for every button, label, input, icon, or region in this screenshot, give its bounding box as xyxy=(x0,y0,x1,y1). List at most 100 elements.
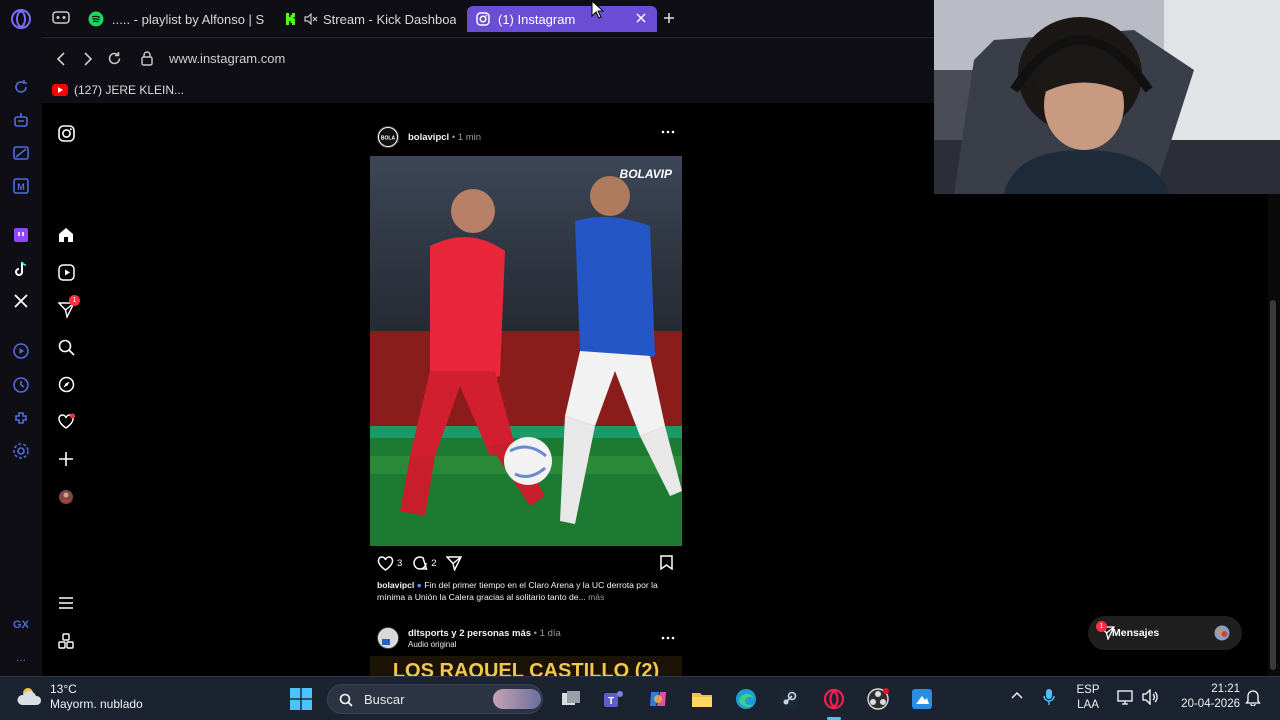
notification-bell-icon[interactable] xyxy=(1245,689,1261,706)
volume-icon[interactable] xyxy=(1142,689,1159,705)
microphone-icon[interactable] xyxy=(1043,688,1055,706)
comment-icon[interactable] xyxy=(412,555,428,571)
windows-taskbar: 13°C Mayorm. nublado Buscar T ESP LAA 21… xyxy=(0,676,1280,720)
bookmark-label: (127) JERE KLEIN... xyxy=(74,83,185,97)
edge-icon[interactable] xyxy=(732,685,760,713)
lock-icon[interactable] xyxy=(141,51,153,66)
tab-strip: ..... - playlist by Alfonso | S Stream -… xyxy=(42,0,934,36)
menu-hamburger-icon[interactable] xyxy=(55,592,77,614)
post-options-icon[interactable] xyxy=(661,129,675,135)
twitch-icon[interactable] xyxy=(10,224,32,246)
reload-icon[interactable] xyxy=(107,51,122,66)
reels-icon[interactable] xyxy=(55,261,77,283)
svg-text:T: T xyxy=(608,696,614,707)
post2-username-text[interactable]: dltsports xyxy=(408,628,449,639)
weather-temp[interactable]: 13°C xyxy=(50,682,77,697)
post2-image[interactable]: LOS RAQUEL CASTILLO (2) xyxy=(370,656,682,676)
muted-speaker-icon[interactable] xyxy=(304,13,318,25)
post2-collaborators[interactable]: y 2 personas más xyxy=(451,628,531,639)
weather-cloud-icon[interactable] xyxy=(16,685,44,707)
language-code[interactable]: ESP xyxy=(1072,683,1104,698)
svg-text:BOLA: BOLA xyxy=(381,136,396,142)
instagram-logo-icon[interactable] xyxy=(55,122,77,144)
more-dots-icon[interactable]: ... xyxy=(10,646,32,668)
post2-time: 1 día xyxy=(539,628,561,639)
post2-image-text: LOS RAQUEL CASTILLO (2) xyxy=(392,660,660,676)
post-username-text[interactable]: bolavipcl xyxy=(408,132,449,143)
bookmark-youtube[interactable]: (127) JERE KLEIN... xyxy=(52,83,184,97)
teams-icon[interactable]: T xyxy=(600,685,628,713)
messages-avatar-icon xyxy=(1214,625,1230,641)
player-icon[interactable] xyxy=(10,340,32,362)
like-heart-icon[interactable] xyxy=(377,555,394,571)
create-plus-icon[interactable] xyxy=(55,448,77,470)
taskbar-search[interactable]: Buscar xyxy=(327,684,543,714)
clock-date[interactable]: 20-04-2026 xyxy=(1168,697,1240,712)
save-bookmark-icon[interactable] xyxy=(660,555,673,570)
workspace-icon[interactable] xyxy=(52,10,70,26)
messenger-m-icon[interactable]: M xyxy=(10,175,32,197)
messages-badge: 1 xyxy=(1096,621,1107,632)
home-icon[interactable] xyxy=(55,224,77,246)
scrollbar-thumb[interactable] xyxy=(1270,300,1276,670)
network-icon[interactable] xyxy=(1117,689,1133,705)
dm-badge: 1 xyxy=(69,295,80,306)
language-layout[interactable]: LAA xyxy=(1072,698,1104,713)
steam-icon[interactable] xyxy=(775,685,803,713)
tiktok-icon[interactable] xyxy=(10,258,32,280)
file-explorer-icon[interactable] xyxy=(688,685,716,713)
search-icon[interactable] xyxy=(55,336,77,358)
opera-logo-icon[interactable] xyxy=(10,8,32,30)
close-tab-icon[interactable] xyxy=(635,12,647,24)
ai-icon[interactable] xyxy=(10,109,32,131)
tab-spotify[interactable]: ..... - playlist by Alfonso | S xyxy=(88,6,264,32)
back-icon[interactable] xyxy=(56,52,66,66)
messages-label: Mensajes xyxy=(1112,627,1160,639)
settings-gear-icon[interactable] xyxy=(10,440,32,462)
caption-more-link[interactable]: más xyxy=(588,592,604,602)
extensions-icon[interactable] xyxy=(10,407,32,429)
profile-avatar-icon[interactable] xyxy=(55,486,77,508)
windows-start-icon[interactable] xyxy=(287,685,315,713)
caption-username[interactable]: bolavipcl xyxy=(377,580,414,590)
gx-corner-label[interactable]: GX xyxy=(10,614,32,636)
meta-apps-icon[interactable] xyxy=(55,630,77,652)
clock-time[interactable]: 21:21 xyxy=(1168,682,1240,697)
kick-icon xyxy=(284,12,298,26)
post2-avatar[interactable] xyxy=(377,627,399,649)
weather-desc[interactable]: Mayorm. nublado xyxy=(50,697,143,712)
post-header: BOLA bolavipcl • 1 min xyxy=(377,125,683,153)
post2-header: dltsports y 2 personas más • 1 día Audio… xyxy=(377,625,683,653)
obs-icon[interactable] xyxy=(864,685,892,713)
comment-count: 2 xyxy=(431,557,437,569)
snapshot-icon[interactable] xyxy=(10,142,32,164)
post-username[interactable]: bolavipcl • 1 min xyxy=(408,132,481,143)
refresh-icon[interactable] xyxy=(10,76,32,98)
share-icon[interactable] xyxy=(445,555,462,571)
direct-messages-icon[interactable]: 1 xyxy=(55,295,80,320)
history-icon[interactable] xyxy=(10,374,32,396)
x-twitter-icon[interactable] xyxy=(10,290,32,312)
image-brand-watermark: BOLAVIP xyxy=(620,167,673,181)
url-field[interactable]: www.instagram.com xyxy=(169,51,285,66)
forward-icon[interactable] xyxy=(83,52,93,66)
tab-label: ..... - playlist by Alfonso | S xyxy=(112,11,264,27)
new-tab-plus-icon[interactable] xyxy=(663,12,675,24)
task-view-icon[interactable] xyxy=(557,685,585,713)
bookmarks-bar: (127) JERE KLEIN... xyxy=(42,79,934,103)
post-avatar[interactable]: BOLA xyxy=(377,126,399,148)
post2-options-icon[interactable] xyxy=(661,635,675,641)
like-count: 3 xyxy=(397,557,403,569)
notifications-heart-icon[interactable] xyxy=(55,410,77,432)
post-image[interactable]: BOLAVIP xyxy=(370,156,682,546)
tab-kick[interactable]: Stream - Kick Dashboa xyxy=(284,6,456,32)
messages-bubble[interactable]: 1 Mensajes xyxy=(1088,616,1242,650)
post2-audio[interactable]: Audio original xyxy=(408,640,456,649)
post2-username[interactable]: dltsports y 2 personas más • 1 día xyxy=(408,628,561,639)
paint-icon[interactable] xyxy=(908,685,936,713)
opera-gx-taskbar-icon[interactable] xyxy=(820,685,848,720)
explore-compass-icon[interactable] xyxy=(55,373,77,395)
tab-instagram[interactable]: (1) Instagram xyxy=(467,6,657,32)
copilot-icon[interactable] xyxy=(644,685,672,713)
tray-chevron-up-icon[interactable] xyxy=(1011,691,1023,699)
